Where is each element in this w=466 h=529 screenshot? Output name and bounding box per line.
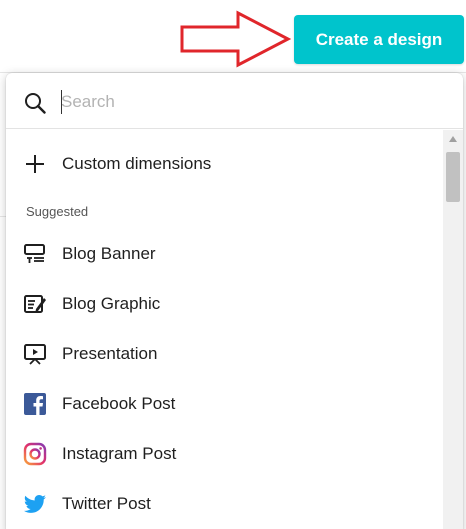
instagram-icon xyxy=(22,441,48,467)
search-icon xyxy=(25,93,46,114)
list-item-label: Twitter Post xyxy=(62,494,151,513)
list-item[interactable]: Twitter Post xyxy=(6,480,442,528)
section-label-suggested: Suggested xyxy=(26,204,89,219)
blog-banner-icon xyxy=(22,241,48,267)
custom-dimensions-label: Custom dimensions xyxy=(62,154,212,173)
text-caret xyxy=(61,90,62,114)
search-input[interactable] xyxy=(61,87,441,117)
blog-graphic-icon xyxy=(22,291,48,317)
twitter-icon xyxy=(22,491,48,517)
list-item-label: Blog Banner xyxy=(62,244,156,263)
presentation-icon xyxy=(22,341,48,367)
create-design-button[interactable]: Create a design xyxy=(294,15,464,64)
search-bar xyxy=(6,73,463,129)
scrollbar[interactable] xyxy=(443,130,463,529)
list-item[interactable]: Presentation xyxy=(6,330,442,378)
list-item[interactable]: Blog Banner xyxy=(6,230,442,278)
list-item-label: Blog Graphic xyxy=(62,294,161,313)
list-item[interactable]: Blog Graphic xyxy=(6,280,442,328)
annotation-arrow-icon xyxy=(180,10,292,68)
scrollbar-thumb[interactable] xyxy=(446,152,460,202)
list-item-label: Instagram Post xyxy=(62,444,177,463)
list-item[interactable]: Facebook Post xyxy=(6,380,442,428)
facebook-icon xyxy=(22,391,48,417)
plus-icon xyxy=(22,151,48,177)
custom-dimensions-item[interactable]: Custom dimensions xyxy=(6,140,442,188)
list-item[interactable]: Instagram Post xyxy=(6,430,442,478)
list-item-label: Facebook Post xyxy=(62,394,176,413)
list-item-label: Presentation xyxy=(62,344,158,363)
design-type-list: Custom dimensions Suggested Blog Banner xyxy=(6,130,442,529)
scroll-up-arrow-icon[interactable] xyxy=(443,130,463,148)
create-design-dropdown: Custom dimensions Suggested Blog Banner xyxy=(6,73,463,529)
